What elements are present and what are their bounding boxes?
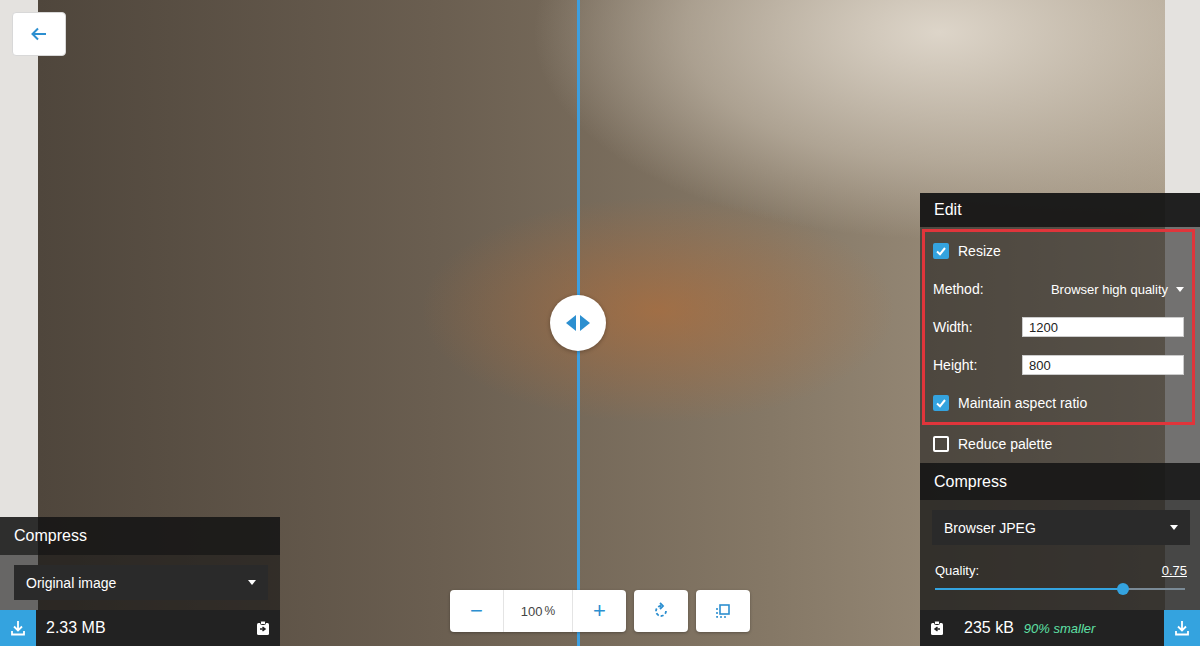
- quality-label: Quality:: [935, 563, 979, 578]
- edit-title: Edit: [920, 193, 1200, 227]
- left-options-panel: Compress Original image 2.33 MB: [0, 517, 280, 646]
- panel-title: Compress: [0, 517, 280, 555]
- compress-title: Compress: [920, 463, 1200, 500]
- right-options-panel: Edit Resize Method: Browser high quality …: [920, 193, 1200, 646]
- file-size: 235 kB: [964, 619, 1014, 637]
- option-row: Width:: [925, 308, 1192, 346]
- divider-handle[interactable]: [550, 295, 606, 351]
- number-input[interactable]: [1022, 317, 1184, 337]
- resize-group: Resize Method: Browser high quality Width…: [922, 229, 1195, 425]
- copy-settings-button[interactable]: [920, 619, 954, 637]
- rotate-button[interactable]: [634, 590, 688, 632]
- quality-value: 0.75: [1162, 563, 1187, 578]
- method-select[interactable]: Browser high quality: [1051, 282, 1184, 297]
- quality-slider[interactable]: [932, 578, 1190, 596]
- zoom-in-button[interactable]: +: [573, 590, 626, 632]
- caret-icon: [248, 580, 256, 585]
- caret-icon: [1176, 287, 1184, 292]
- file-size: 2.33 MB: [46, 619, 106, 637]
- checkbox[interactable]: [933, 436, 949, 452]
- copy-settings-icon: [928, 619, 946, 637]
- option-row: Height:: [925, 346, 1192, 384]
- download-icon: [9, 619, 27, 637]
- result-bar: 2.33 MB: [0, 610, 280, 646]
- back-button[interactable]: [12, 12, 66, 56]
- app: Compress Original image 2.33 MB Edit Res…: [0, 0, 1200, 646]
- copy-settings-icon: [254, 619, 272, 637]
- background-toggle-icon: [714, 602, 732, 620]
- option-label: Maintain aspect ratio: [958, 395, 1087, 411]
- view-toolbar: − 100 % +: [450, 590, 750, 632]
- size-savings: 90% smaller: [1024, 621, 1096, 636]
- check-icon: [935, 397, 947, 409]
- compress-method-select[interactable]: Original image: [14, 565, 268, 600]
- slider-thumb[interactable]: [1117, 583, 1129, 595]
- result-bar: 235 kB 90% smaller: [920, 610, 1200, 646]
- zoom-out-button[interactable]: −: [450, 590, 503, 632]
- option-row[interactable]: Maintain aspect ratio: [925, 384, 1192, 422]
- download-button[interactable]: [0, 610, 36, 646]
- arrow-left-icon: [30, 25, 48, 43]
- left-right-arrows-icon: [564, 313, 592, 333]
- option-label: Reduce palette: [958, 436, 1052, 452]
- checkbox[interactable]: [933, 395, 949, 411]
- zoom-value[interactable]: 100 %: [503, 590, 573, 632]
- encoder-select[interactable]: Browser JPEG: [932, 510, 1190, 545]
- zoom-controls: − 100 % +: [450, 590, 626, 632]
- download-button[interactable]: [1164, 610, 1200, 646]
- quality-row: Quality: 0.75: [932, 563, 1190, 578]
- rotate-icon: [652, 602, 670, 620]
- field-label: Height:: [933, 357, 977, 373]
- option-row[interactable]: Reduce palette: [920, 425, 1200, 463]
- option-label: Resize: [958, 243, 1001, 259]
- option-row: Method: Browser high quality: [925, 270, 1192, 308]
- caret-icon: [1170, 525, 1178, 530]
- background-toggle-button[interactable]: [696, 590, 750, 632]
- field-label: Method:: [933, 281, 984, 297]
- field-label: Width:: [933, 319, 973, 335]
- download-icon: [1173, 619, 1191, 637]
- checkbox[interactable]: [933, 243, 949, 259]
- check-icon: [935, 245, 947, 257]
- option-row[interactable]: Resize: [925, 232, 1192, 270]
- number-input[interactable]: [1022, 355, 1184, 375]
- copy-settings-button[interactable]: [246, 619, 280, 637]
